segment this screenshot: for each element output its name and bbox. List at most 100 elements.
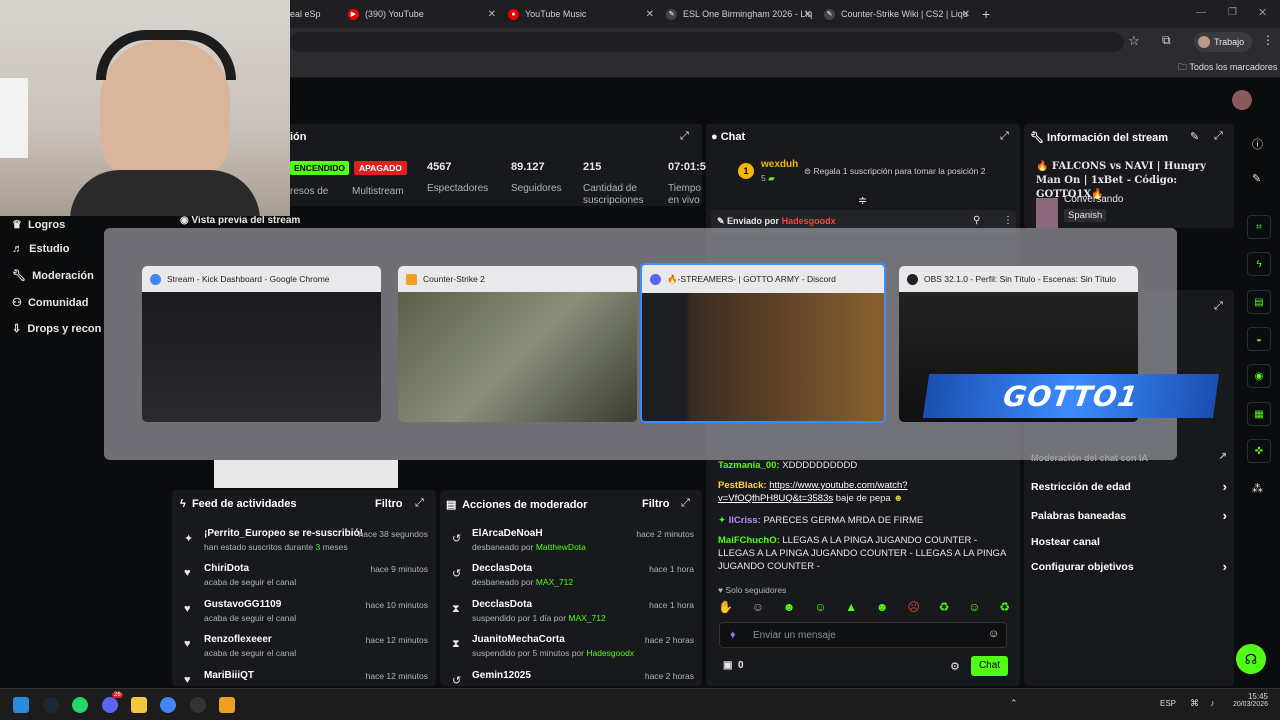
star-icon[interactable]: ☆ [1128, 33, 1140, 49]
filter-button[interactable]: Filtro [642, 498, 670, 510]
switcher-window-chrome[interactable]: Stream - Kick Dashboard - Google Chrome [142, 266, 381, 422]
chat-user[interactable]: IlCriss: [729, 515, 761, 526]
language-indicator[interactable]: ESP [1160, 699, 1176, 708]
mod-by[interactable]: MAX_712 [536, 577, 573, 587]
close-icon[interactable]: ✕ [962, 9, 970, 20]
save-icon[interactable]: ▦ [1247, 402, 1271, 426]
close-window-icon[interactable]: ✕ [1258, 6, 1267, 19]
chat-bubble-icon[interactable]: ◒ [1247, 327, 1271, 351]
sidebar-item-estudio[interactable]: ♬ Estudio [12, 243, 69, 255]
sidebar-item-drops[interactable]: ⇩ Drops y recon [12, 322, 104, 335]
emote-icon[interactable]: ☺ [968, 600, 980, 616]
edit-icon[interactable]: ✎ [1252, 172, 1261, 185]
goals-item[interactable]: Configurar objetivos › [1031, 559, 1227, 574]
cs2-icon[interactable] [219, 697, 235, 713]
feed-name[interactable]: ¡Perrito_Europeo se re-suscribió! [204, 528, 363, 539]
mic-icon[interactable]: ♦ [730, 629, 736, 641]
user-avatar[interactable] [1232, 90, 1252, 110]
emote-icon[interactable]: ♻ [939, 600, 950, 616]
mod-by[interactable]: MatthewDota [536, 542, 586, 552]
chat-user[interactable]: PestBlack: [718, 480, 767, 491]
browser-tab[interactable]: ✎ Counter-Strike Wiki | CS2 | Liqu ✕ [824, 4, 970, 24]
expand-icon[interactable]: ⤢ [680, 130, 689, 143]
feed-name[interactable]: GustavoGG1109 [204, 599, 281, 610]
chat-input[interactable]: ♦ Enviar un mensaje ☺ [719, 622, 1007, 648]
feed-name[interactable]: ChiriDota [204, 563, 249, 574]
switcher-window-cs2[interactable]: Counter-Strike 2 [398, 266, 637, 422]
browser-tab[interactable]: ✎ ESL One Birmingham 2026 - Liq ✕ [666, 4, 812, 24]
sidebar-item-comunidad[interactable]: ⚇ Comunidad [12, 296, 88, 309]
maximize-icon[interactable]: ❐ [1228, 7, 1237, 18]
emoji-icon[interactable]: ☺ [988, 628, 999, 640]
support-button[interactable]: ☊ [1236, 644, 1266, 674]
mod-target[interactable]: ElArcaDeNoaH [472, 528, 543, 539]
close-icon[interactable]: ✕ [488, 9, 496, 20]
mod-by[interactable]: Hadesgoodx [586, 648, 634, 658]
expand-icon[interactable]: ⤢ [681, 497, 690, 510]
expand-icon[interactable]: ⤢ [1000, 130, 1009, 143]
feed-name[interactable]: Renzoflexeeer [204, 634, 272, 645]
edit-icon[interactable]: ✎ [1190, 130, 1199, 143]
banned-words-item[interactable]: Palabras baneadas › [1031, 508, 1227, 523]
discord-icon[interactable] [102, 697, 118, 713]
chat-settings-icon[interactable]: ⚙ [950, 660, 960, 673]
close-icon[interactable]: ✕ [804, 9, 812, 20]
gift-prompt[interactable]: ⊜ Regala 1 suscripción para tomar la pos… [804, 166, 985, 177]
age-restriction-item[interactable]: Restricción de edad › [1031, 479, 1227, 494]
feed-name[interactable]: MariBiiiQT [204, 670, 254, 681]
tools-icon[interactable]: ✜ [1247, 439, 1271, 463]
chat-user[interactable]: MaiFChuchO: [718, 535, 780, 546]
clock[interactable]: 15:45 20/03/2026 [1233, 692, 1268, 708]
chat-send-button[interactable]: Chat [971, 656, 1008, 676]
steam-icon[interactable] [43, 697, 59, 713]
windows-start-icon[interactable] [13, 697, 29, 713]
points-display[interactable]: ▣ 0 [723, 660, 744, 671]
emote-icon[interactable]: ☹ [907, 600, 920, 616]
emote-icon[interactable]: ☺ [752, 600, 764, 616]
broadcast-icon[interactable]: ◉ [1247, 364, 1271, 388]
mod-target[interactable]: DecclasDota [472, 599, 532, 610]
multistream-status-badge[interactable]: APAGADO [354, 161, 407, 175]
browser-tab[interactable]: ▶ (390) YouTube ✕ [348, 4, 496, 24]
extensions-icon[interactable]: ⧉ [1162, 33, 1171, 48]
mod-by[interactable]: MAX_712 [568, 613, 605, 623]
mod-target[interactable]: JuanitoMechaCorta [472, 634, 565, 645]
volume-icon[interactable]: ♪ [1210, 698, 1215, 708]
browser-tab[interactable]: ● YouTube Music ✕ [508, 4, 654, 24]
emote-icon[interactable]: ✋ [718, 600, 733, 616]
chevron-up-icon[interactable]: ⌃ [1010, 698, 1018, 709]
unpin-icon[interactable]: ⚲ [973, 215, 980, 226]
expand-icon[interactable]: ⤢ [415, 497, 424, 510]
minimize-icon[interactable]: — [1196, 7, 1206, 18]
chat-user[interactable]: Tazmania_00: [718, 460, 780, 471]
filter-button[interactable]: Filtro [375, 498, 403, 510]
clipboard-icon[interactable]: ▤ [1247, 290, 1271, 314]
new-tab-button[interactable]: + [982, 4, 996, 24]
category-label[interactable]: Conversando [1064, 194, 1123, 205]
sidebar-item-moderacion[interactable]: 🔧︎ Moderación [12, 269, 94, 282]
close-icon[interactable]: ✕ [646, 9, 654, 20]
mod-target[interactable]: Gemin12025 [472, 670, 531, 681]
menu-icon[interactable]: ⋮ [1262, 33, 1274, 47]
all-bookmarks[interactable]: 🗀 Todos los marcadores [1178, 60, 1277, 76]
more-icon[interactable]: ⋮ [1003, 215, 1013, 226]
whatsapp-icon[interactable] [72, 697, 88, 713]
obs-icon[interactable] [190, 697, 206, 713]
emote-icon[interactable]: ☺ [814, 600, 826, 616]
chrome-icon[interactable] [160, 697, 176, 713]
apps-icon[interactable]: ⁂ [1252, 482, 1263, 495]
file-explorer-icon[interactable] [131, 697, 147, 713]
expand-icon[interactable]: ⤢ [1214, 130, 1223, 143]
emote-icon[interactable]: ☻ [876, 600, 889, 616]
emote-icon[interactable]: ☻ [783, 600, 796, 616]
sidebar-item-logros[interactable]: ♛ Logros [12, 218, 65, 231]
expand-icon[interactable]: ⤢ [1214, 300, 1223, 313]
host-channel-item[interactable]: Hostear canal [1031, 536, 1227, 548]
emote-icon[interactable]: ♻ [999, 600, 1010, 616]
mod-target[interactable]: DecclasDota [472, 563, 532, 574]
info-icon[interactable]: ⓘ [1252, 136, 1263, 152]
url-field[interactable] [290, 32, 1124, 52]
collapse-icon[interactable]: ≑ [858, 194, 867, 207]
lightning-icon[interactable]: ϟ [1247, 252, 1271, 276]
emote-icon[interactable]: ▲ [845, 600, 857, 616]
